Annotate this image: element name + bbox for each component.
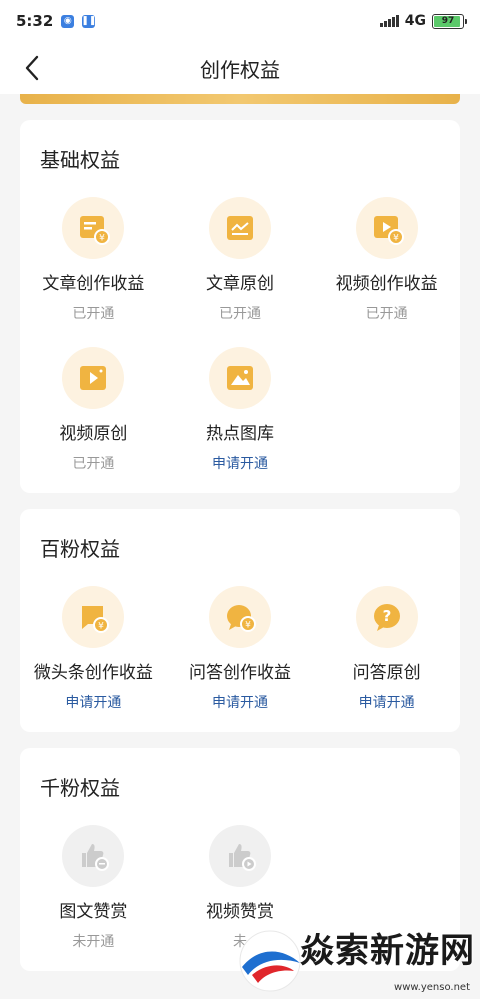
- banner-strip: [20, 94, 460, 104]
- apply-link[interactable]: 申请开通: [65, 692, 121, 712]
- benefit-status: 已开通: [72, 306, 115, 322]
- benefit-label: 视频原创: [59, 424, 128, 444]
- nav-bar: 创作权益: [0, 42, 480, 94]
- benefit-qa-original[interactable]: ? 问答原创 申请开通: [313, 586, 460, 712]
- video-income-icon: ¥: [355, 197, 418, 259]
- micro-headline-income-icon: ¥: [62, 586, 125, 648]
- battery-level: 97: [441, 16, 455, 26]
- article-reward-icon: [62, 825, 125, 887]
- svg-text:?: ?: [382, 607, 391, 625]
- benefit-image-gallery[interactable]: 热点图库 申请开通: [167, 347, 314, 473]
- benefit-label: 问答原创: [352, 663, 421, 683]
- signal-icon: [379, 15, 399, 27]
- article-income-icon: ¥: [62, 197, 125, 259]
- status-time: 5:32: [16, 12, 54, 30]
- video-reward-icon: [208, 825, 271, 887]
- benefit-video-original[interactable]: 视频原创 已开通: [20, 347, 167, 473]
- video-original-icon: [62, 347, 125, 409]
- benefit-status: 已开通: [72, 456, 115, 472]
- benefit-label: 问答创作收益: [188, 663, 291, 683]
- apply-link[interactable]: 申请开通: [359, 692, 415, 712]
- benefit-label: 文章原创: [205, 274, 274, 294]
- article-original-icon: [208, 197, 271, 259]
- qa-original-icon: ?: [355, 586, 418, 648]
- benefit-label: 热点图库: [205, 424, 274, 444]
- section-hundred-fans: 百粉权益 ¥ 微头条创作收益 申请开通 ¥ 问答创作收益 申请开通 ? 问答原创…: [20, 509, 460, 732]
- apply-link[interactable]: 申请开通: [212, 692, 268, 712]
- benefit-article-income[interactable]: ¥ 文章创作收益 已开通: [20, 197, 167, 323]
- notification-icon: ◉: [61, 14, 75, 28]
- status-bar: 5:32 ◉ ❚❚ 4G 97: [0, 0, 480, 42]
- benefit-article-original[interactable]: 文章原创 已开通: [167, 197, 314, 323]
- chevron-left-icon: [25, 55, 39, 81]
- svg-text:¥: ¥: [245, 621, 251, 631]
- battery-icon: 97: [432, 13, 467, 29]
- section-basic: 基础权益 ¥ 文章创作收益 已开通 文章原创 已开通 ¥ 视频创作收益 已开通: [20, 120, 460, 493]
- benefit-status: 已开通: [365, 306, 408, 322]
- page-title: 创作权益: [200, 57, 280, 82]
- benefit-status: 未开通: [72, 934, 115, 950]
- section-title: 百粉权益: [40, 537, 120, 561]
- svg-text:¥: ¥: [99, 234, 105, 244]
- benefit-label: 视频创作收益: [335, 274, 438, 294]
- watermark-text: 焱索新游网: [300, 931, 475, 971]
- section-title: 基础权益: [40, 148, 120, 172]
- app-notification-icon: ❚❚: [81, 14, 97, 28]
- network-type: 4G: [404, 13, 426, 29]
- image-gallery-icon: [208, 347, 271, 409]
- benefit-micro-headline-income[interactable]: ¥ 微头条创作收益 申请开通: [20, 586, 167, 712]
- benefit-article-reward[interactable]: 图文赞赏 未开通: [20, 825, 167, 951]
- watermark-logo-icon: [239, 930, 301, 992]
- watermark: 焱索新游网 www.yenso.net: [230, 917, 480, 999]
- benefit-status: 已开通: [218, 306, 261, 322]
- section-title: 千粉权益: [40, 776, 120, 800]
- benefit-qa-income[interactable]: ¥ 问答创作收益 申请开通: [167, 586, 314, 712]
- watermark-url: www.yenso.net: [394, 982, 470, 993]
- benefit-label: 文章创作收益: [42, 274, 145, 294]
- benefit-label: 微头条创作收益: [33, 663, 153, 683]
- benefit-label: 图文赞赏: [59, 902, 128, 922]
- benefit-video-income[interactable]: ¥ 视频创作收益 已开通: [313, 197, 460, 323]
- apply-link[interactable]: 申请开通: [212, 453, 268, 473]
- back-button[interactable]: [18, 54, 46, 82]
- svg-text:¥: ¥: [98, 622, 104, 632]
- svg-text:¥: ¥: [393, 234, 399, 244]
- qa-income-icon: ¥: [208, 586, 271, 648]
